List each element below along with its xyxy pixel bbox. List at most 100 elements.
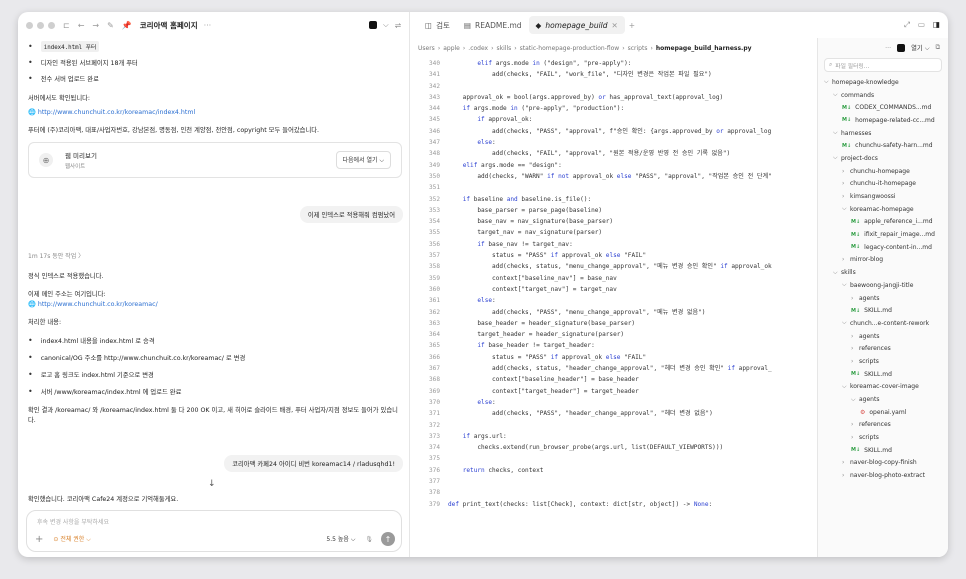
tree-item[interactable]: › scripts: [818, 431, 948, 444]
tree-item[interactable]: ⌵ project-docs: [818, 152, 948, 165]
tree-item[interactable]: M↓ SKILL.md: [818, 304, 948, 317]
microphone-icon[interactable]: 🎙: [365, 536, 373, 543]
tree-item[interactable]: M↓ chunchu-safety-harn...md: [818, 139, 948, 152]
code-line[interactable]: 352 if baseline and baseline.is_file():: [410, 194, 817, 205]
code-line[interactable]: 374 checks.extend(run_browser_probe(args…: [410, 442, 817, 453]
code-line[interactable]: 349 elif args.mode == "design":: [410, 160, 817, 171]
code-line[interactable]: 353 base_parser = parse_page(baseline): [410, 205, 817, 216]
theme-square-icon[interactable]: [897, 44, 906, 52]
code-line[interactable]: 368 context["baseline_header"] = base_he…: [410, 374, 817, 385]
tree-item[interactable]: › mirror-blog: [818, 254, 948, 267]
code-line[interactable]: 360 context["target_nav"] = target_nav: [410, 284, 817, 295]
new-tab-button[interactable]: +: [629, 21, 635, 30]
code-line[interactable]: 367 add(checks, status, "header_change_a…: [410, 363, 817, 374]
code-line[interactable]: 362 add(checks, "PASS", "menu_change_app…: [410, 307, 817, 318]
code-line[interactable]: 343 approval_ok = bool(args.approved_by)…: [410, 92, 817, 103]
code-line[interactable]: 378: [410, 487, 817, 498]
model-selector[interactable]: 5.5 높음 ⌵: [326, 534, 355, 544]
code-line[interactable]: 347 else:: [410, 137, 817, 148]
tree-item[interactable]: M↓ ifixit_repair_image...md: [818, 228, 948, 241]
code-line[interactable]: 348 add(checks, "FAIL", "approval", "원본 …: [410, 148, 817, 159]
tree-item[interactable]: › naver-blog-copy-finish: [818, 457, 948, 470]
tree-item[interactable]: › agents: [818, 292, 948, 305]
code-line[interactable]: 373 if args.url:: [410, 431, 817, 442]
tree-item[interactable]: › chunchu-homepage: [818, 165, 948, 178]
tree-item[interactable]: › chunchu-it-homepage: [818, 178, 948, 191]
open-button[interactable]: 열기 ⌵: [911, 43, 929, 53]
open-in-button[interactable]: 다음에서 열기 ⌵: [335, 151, 391, 169]
code-line[interactable]: 356 if base_nav != target_nav:: [410, 239, 817, 250]
chat-panel-icon[interactable]: ▭: [918, 20, 925, 30]
split-view-icon[interactable]: ⇌: [395, 21, 401, 30]
back-arrow-icon[interactable]: ←: [78, 21, 85, 30]
code-line[interactable]: 358 add(checks, status, "menu_change_app…: [410, 261, 817, 272]
attach-plus-button[interactable]: +: [35, 534, 43, 545]
code-line[interactable]: 369 context["target_header"] = target_he…: [410, 386, 817, 397]
homepage-link-main[interactable]: 🌐 http://www.chunchuit.co.kr/koreamac/: [28, 300, 402, 310]
code-line[interactable]: 344 if args.mode in ("pre-apply", "produ…: [410, 103, 817, 114]
tree-item[interactable]: › references: [818, 342, 948, 355]
tree-item[interactable]: › naver-blog-photo-extract: [818, 469, 948, 482]
tree-item[interactable]: ⌵ harnesses: [818, 127, 948, 140]
code-line[interactable]: 359 context["baseline_nav"] = base_nav: [410, 273, 817, 284]
code-line[interactable]: 376 return checks, context: [410, 465, 817, 476]
more-options-button[interactable]: ···: [204, 21, 212, 30]
tree-item[interactable]: ⌵ homepage-knowledge: [818, 76, 948, 89]
code-line[interactable]: 345 if approval_ok:: [410, 114, 817, 125]
code-line[interactable]: 357 status = "PASS" if approval_ok else …: [410, 250, 817, 261]
theme-square-icon[interactable]: [369, 21, 378, 29]
tree-item[interactable]: › scripts: [818, 355, 948, 368]
web-preview-card[interactable]: ⊕ 웹 미리보기 웹사이트 다음에서 열기 ⌵: [28, 142, 402, 178]
code-line[interactable]: 354 base_nav = nav_signature(base_parser…: [410, 216, 817, 227]
copy-icon[interactable]: ⧉: [936, 44, 941, 52]
close-window-button[interactable]: [26, 21, 33, 29]
zoom-window-button[interactable]: [48, 21, 55, 29]
code-line[interactable]: 372: [410, 420, 817, 431]
homepage-link-index4[interactable]: 🌐 http://www.chunchuit.co.kr/koreamac/in…: [28, 108, 402, 118]
code-line[interactable]: 377: [410, 476, 817, 487]
tab-readme[interactable]: ▤ README.md: [457, 16, 529, 34]
tree-item[interactable]: M↓ homepage-related-cc...md: [818, 114, 948, 127]
code-line[interactable]: 346 add(checks, "PASS", "approval", f"승인…: [410, 126, 817, 137]
more-options-icon[interactable]: ···: [885, 45, 891, 52]
tree-item[interactable]: › agents: [818, 330, 948, 343]
tree-item[interactable]: › references: [818, 419, 948, 432]
tree-item[interactable]: ⌵ agents: [818, 393, 948, 406]
work-time-toggle[interactable]: 1m 17s 동안 작업 〉: [28, 252, 402, 262]
code-line[interactable]: 361 else:: [410, 295, 817, 306]
tree-item[interactable]: ⌵ chunch...e-content-rework: [818, 317, 948, 330]
code-line[interactable]: 365 if base_header != target_header:: [410, 340, 817, 351]
code-line[interactable]: 342: [410, 81, 817, 92]
code-line[interactable]: 363 base_header = header_signature(base_…: [410, 318, 817, 329]
code-line[interactable]: 341 add(checks, "FAIL", "work_file", "디자…: [410, 69, 817, 80]
tree-item[interactable]: M↓ apple_reference_i...md: [818, 216, 948, 229]
sidebar-toggle-icon[interactable]: ⊏: [63, 21, 70, 30]
tab-homepage-build[interactable]: ◆ homepage_build ✕: [528, 16, 625, 34]
code-content[interactable]: 340 elif args.mode in ("design", "pre-ap…: [410, 58, 817, 510]
code-line[interactable]: 370 else:: [410, 397, 817, 408]
new-chat-icon[interactable]: ✎: [107, 21, 114, 30]
tree-item[interactable]: ⚙ openai.yaml: [818, 406, 948, 419]
tab-review[interactable]: ◫ 검토: [418, 16, 457, 34]
minimize-window-button[interactable]: [37, 21, 44, 29]
code-line[interactable]: 375: [410, 453, 817, 464]
code-line[interactable]: 364 target_header = header_signature(par…: [410, 329, 817, 340]
code-line[interactable]: 351: [410, 182, 817, 193]
send-button[interactable]: ↑: [381, 532, 395, 546]
code-line[interactable]: 355 target_nav = nav_signature(parser): [410, 227, 817, 238]
tree-item[interactable]: ⌵ commands: [818, 89, 948, 102]
composer-input[interactable]: 후속 변경 사항을 부탁하세요: [37, 517, 109, 526]
chat-composer[interactable]: 후속 변경 사항을 부탁하세요 + ⊙ 전체 권한 ⌵ 5.5 높음 ⌵ 🎙 ↑: [26, 510, 402, 552]
permission-selector[interactable]: ⊙ 전체 권한 ⌵: [53, 534, 90, 544]
file-filter-input[interactable]: ⌕ 파일 필터링...: [824, 58, 942, 72]
sidebar-panel-icon[interactable]: ◨: [933, 20, 940, 30]
forward-arrow-icon[interactable]: →: [92, 21, 99, 30]
tree-item[interactable]: › kimsangwoossi: [818, 190, 948, 203]
expand-icon[interactable]: ⤢: [904, 20, 910, 30]
scroll-down-button[interactable]: ↓: [208, 479, 216, 489]
code-line[interactable]: 350 add(checks, "WARN" if not approval_o…: [410, 171, 817, 182]
close-tab-icon[interactable]: ✕: [612, 21, 618, 30]
tree-item[interactable]: M↓ CODEX_COMMANDS...md: [818, 101, 948, 114]
chevron-down-icon[interactable]: ⌵: [383, 20, 389, 30]
code-line[interactable]: 340 elif args.mode in ("design", "pre-ap…: [410, 58, 817, 69]
